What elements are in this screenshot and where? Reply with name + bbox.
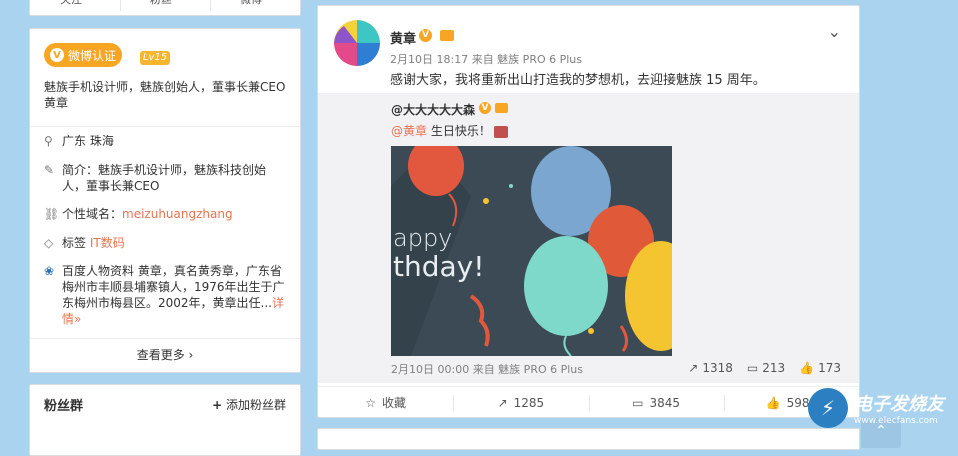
divider xyxy=(210,0,211,11)
author-avatar[interactable] xyxy=(334,20,380,66)
tag-link[interactable]: IT数码 xyxy=(90,236,125,250)
intro-label: 简介： xyxy=(62,163,99,177)
thumbs-up-icon: 👍 xyxy=(765,395,781,410)
view-more-link[interactable]: 查看更多 › xyxy=(30,338,300,372)
location-text: 广东 珠海 xyxy=(62,134,114,148)
repost-forward[interactable]: ↗ 1318 xyxy=(688,361,733,375)
baike-row: ❀ 百度人物资料 黄章，真名黄秀章，广东省梅州市丰顺县埔寨镇人，1976年出生于… xyxy=(44,263,289,327)
mention-link[interactable]: @黄章 xyxy=(391,124,427,138)
comment-count: 3845 xyxy=(649,395,681,410)
member-crown-icon[interactable] xyxy=(495,103,508,113)
repost-forward-count: 1318 xyxy=(702,361,733,375)
post-content: 感谢大家，我将重新出山打造我的梦想机，去迎接魅族 15 周年。 xyxy=(390,73,766,88)
profile-info-card: V 微博认证 Lv15 魅族手机设计师，魅族创始人，董事长兼CEO 黄章 ⚲ 广… xyxy=(29,28,301,373)
divider xyxy=(120,0,121,11)
fans-group-title: 粉丝群 xyxy=(44,399,84,414)
edit-note-icon: ✎ xyxy=(44,163,55,177)
stat-weibo[interactable]: 微博 xyxy=(240,0,262,7)
tag-row: ◇ 标签 IT数码 xyxy=(44,235,289,251)
next-post-card xyxy=(317,428,860,450)
cake-emoji-icon xyxy=(493,125,508,138)
comment-icon: ▭ xyxy=(746,361,759,375)
verified-v-icon: V xyxy=(419,29,432,42)
favorite-button[interactable]: ☆ 收藏 xyxy=(318,387,453,418)
stat-fans[interactable]: 粉丝 xyxy=(150,0,172,7)
add-fans-group-button[interactable]: + 添加粉丝群 xyxy=(212,396,286,413)
location-pin-icon: ⚲ xyxy=(44,134,53,148)
baike-text: 百度人物资料 黄章，真名黄秀章，广东省梅州市丰顺县埔寨镇人，1976年出生于广东… xyxy=(62,264,285,310)
repost-stats: ↗ 1318 ▭ 213 👍 173 xyxy=(688,361,841,375)
repost-comment-count: 213 xyxy=(762,361,786,375)
verified-badge[interactable]: V 微博认证 xyxy=(44,43,122,67)
repost-text: @黄章 生日快乐！ xyxy=(391,122,508,139)
paw-icon: ❀ xyxy=(44,264,55,278)
forward-button[interactable]: ↗ 1285 xyxy=(453,387,588,418)
elecfans-logo-icon: ⚡ xyxy=(808,388,848,428)
thumbs-up-icon: 👍 xyxy=(799,361,815,375)
profile-bio: 魅族手机设计师，魅族创始人，董事长兼CEO 黄章 xyxy=(44,80,286,110)
comment-icon: ▭ xyxy=(632,395,644,410)
link-icon: ⛓ xyxy=(44,207,60,221)
divider xyxy=(30,126,300,127)
repost-body: 生日快乐！ xyxy=(427,124,491,138)
weibo-post-card: 黄章 V 2月10日 18:17 来自 魅族 PRO 6 Plus ⌄ 感谢大家… xyxy=(317,5,860,418)
plus-icon: + xyxy=(212,398,223,412)
intro-row: ✎ 简介：魅族手机设计师，魅族科技创始人，董事长兼CEO xyxy=(44,162,289,194)
watermark-brand: 电子发烧友 xyxy=(854,394,944,415)
comment-button[interactable]: ▭ 3845 xyxy=(588,387,724,418)
repost-comment[interactable]: ▭ 213 xyxy=(747,361,785,375)
photo-caption-line1: appy xyxy=(393,224,453,252)
forward-count: 1285 xyxy=(513,395,545,410)
location-row: ⚲ 广东 珠海 xyxy=(44,133,289,149)
tag-label: 标签 xyxy=(62,236,87,250)
domain-label: 个性域名： xyxy=(62,207,123,221)
watermark-url: www.elecfans.com xyxy=(854,416,938,426)
stat-follow[interactable]: 关注 xyxy=(60,0,82,7)
domain-link[interactable]: meizuhuangzhang xyxy=(122,207,233,221)
tag-icon: ◇ xyxy=(44,236,54,250)
repost-like-count: 173 xyxy=(818,361,841,375)
repost-photo[interactable]: appy thday! xyxy=(391,146,672,356)
verified-v-icon: V xyxy=(479,102,491,114)
repost-author[interactable]: @大大大大大森 xyxy=(391,101,475,118)
verified-v-icon: V xyxy=(49,48,64,62)
repost-like[interactable]: 👍 173 xyxy=(799,361,841,375)
profile-stats-card: 关注 粉丝 微博 xyxy=(29,0,301,16)
verified-badge-label: 微博认证 xyxy=(67,48,116,63)
post-meta[interactable]: 2月10日 18:17 来自 魅族 PRO 6 Plus xyxy=(390,51,582,67)
fans-group-card: 粉丝群 + 添加粉丝群 xyxy=(29,384,301,456)
post-action-bar: ☆ 收藏 ↗ 1285 ▭ 3845 👍 5989 xyxy=(318,386,859,418)
chevron-down-icon[interactable]: ⌄ xyxy=(828,22,841,41)
forward-icon: ↗ xyxy=(497,395,508,410)
author-name[interactable]: 黄章 xyxy=(390,28,416,47)
favorite-label: 收藏 xyxy=(382,396,407,410)
watermark: ⚡ 电子发烧友 www.elecfans.com xyxy=(808,388,944,428)
repost-block: @大大大大大森 V @黄章 生日快乐！ appy thday! 2月10日 00… xyxy=(318,93,859,383)
photo-caption-line2: thday! xyxy=(393,250,485,283)
forward-icon: ↗ xyxy=(688,361,699,375)
repost-meta[interactable]: 2月10日 00:00 来自 魅族 PRO 6 Plus xyxy=(391,361,583,377)
star-icon: ☆ xyxy=(365,395,376,410)
domain-row: ⛓ 个性域名：meizuhuangzhang xyxy=(44,206,289,222)
level-badge[interactable]: Lv15 xyxy=(140,51,170,65)
member-crown-icon[interactable] xyxy=(440,30,454,41)
add-fans-group-label: 添加粉丝群 xyxy=(225,398,286,412)
